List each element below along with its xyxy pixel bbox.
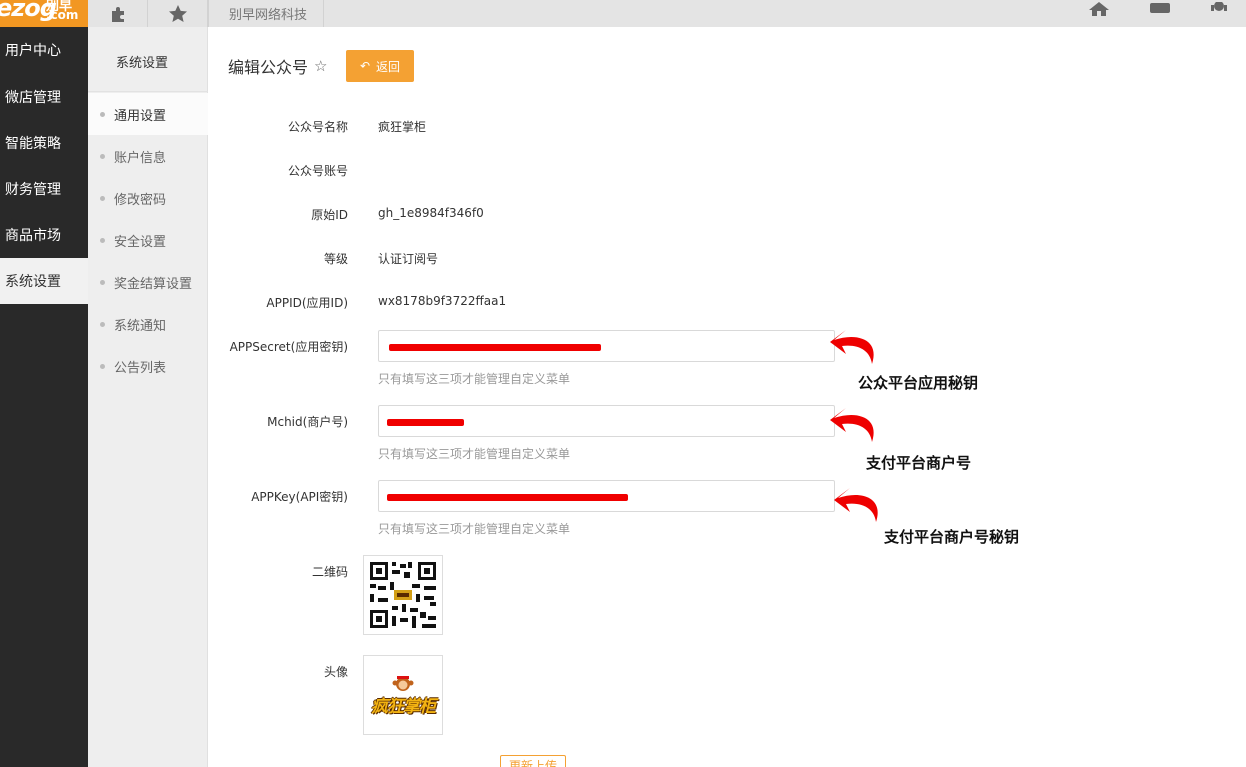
nav-item-user-center[interactable]: 用户中心 — [0, 27, 88, 73]
redaction-mark — [387, 419, 464, 426]
field-label-original-id: 原始ID — [311, 208, 348, 222]
field-label-appsecret: APPSecret(应用密钥) — [229, 340, 348, 354]
field-label-level: 等级 — [323, 252, 348, 266]
brand-logo[interactable]: ezog 别早 .com — [0, 0, 88, 27]
puzzle-icon[interactable] — [88, 0, 148, 27]
nav-item-shop[interactable]: 微店管理 — [0, 74, 88, 120]
bullet-icon — [100, 153, 105, 159]
redaction-mark — [389, 344, 601, 351]
logo-com-text: .com — [46, 8, 79, 22]
field-label-account: 公众号账号 — [287, 164, 348, 178]
appkey-help: 只有填写这三项才能管理自定义菜单 — [378, 522, 571, 536]
avatar-logo-text: 疯狂掌柜 — [371, 696, 436, 717]
mchid-input[interactable] — [378, 405, 835, 437]
avatar-image: 疯狂掌柜 — [363, 655, 443, 735]
field-value-original-id: gh_1e8984f346f0 — [378, 206, 484, 220]
star-outline-icon[interactable]: ☆ — [314, 57, 327, 75]
field-value-appid: wx8178b9f3722ffaa1 — [378, 294, 507, 308]
subnav-item-label: 修改密码 — [114, 192, 167, 208]
annotation-arrow-icon — [830, 330, 874, 364]
bullet-icon — [100, 279, 105, 285]
field-value-name: 疯狂掌柜 — [378, 120, 427, 134]
nav-item-label: 用户中心 — [5, 43, 61, 59]
bullet-icon — [100, 237, 105, 243]
page-title: 编辑公众号 ☆ — [228, 54, 327, 78]
org-title: 别早网络科技 — [208, 0, 325, 27]
bullet-icon — [100, 111, 105, 117]
field-value-level: 认证订阅号 — [378, 252, 439, 266]
field-label-name: 公众号名称 — [287, 120, 348, 134]
mchid-help: 只有填写这三项才能管理自定义菜单 — [378, 447, 571, 461]
nav-item-label: 财务管理 — [5, 182, 61, 198]
support-icon[interactable] — [1209, 0, 1229, 18]
nav-item-label: 系统设置 — [5, 274, 61, 290]
bullet-icon — [100, 321, 105, 327]
star-icon[interactable] — [148, 0, 208, 27]
nav-item-settings[interactable]: 系统设置 — [0, 258, 88, 304]
monkey-icon — [392, 675, 414, 691]
back-button[interactable]: ↶ 返回 — [346, 50, 414, 82]
field-label-mchid: Mchid(商户号) — [267, 415, 348, 429]
annotation-arrow-icon — [830, 408, 874, 442]
appkey-input[interactable] — [378, 480, 835, 512]
bullet-icon — [100, 363, 105, 369]
back-button-label: 返回 — [376, 59, 401, 74]
annotation-appsecret: 公众平台应用秘钥 — [858, 374, 979, 392]
subnav-item-label: 安全设置 — [114, 234, 167, 250]
appsecret-help: 只有填写这三项才能管理自定义菜单 — [378, 372, 571, 386]
divider — [88, 91, 208, 92]
nav-item-finance[interactable]: 财务管理 — [0, 166, 88, 212]
main-nav: 用户中心 微店管理 智能策略 财务管理 商品市场 系统设置 — [0, 27, 88, 767]
field-label-qrcode: 二维码 — [311, 565, 348, 579]
nav-item-label: 商品市场 — [5, 228, 61, 244]
subnav-item-label: 公告列表 — [114, 360, 167, 376]
message-icon[interactable] — [1150, 0, 1170, 18]
nav-item-strategy[interactable]: 智能策略 — [0, 120, 88, 166]
subnav-item-label: 系统通知 — [114, 318, 167, 334]
annotation-appkey: 支付平台商户号秘钥 — [884, 528, 1020, 546]
annotation-arrow-icon — [834, 488, 878, 522]
nav-item-label: 微店管理 — [5, 90, 61, 106]
sub-nav: 系统设置 通用设置 账户信息 修改密码 安全设置 奖金结算设置 系统通知 公告列… — [88, 27, 208, 767]
top-bar: ezog 别早 .com 别早网络科技 — [0, 0, 1246, 27]
subnav-item-label: 奖金结算设置 — [114, 276, 193, 292]
field-label-appid: APPID(应用ID) — [266, 296, 348, 310]
field-label-appkey: APPKey(API密钥) — [251, 490, 348, 504]
field-label-avatar: 头像 — [323, 665, 348, 679]
subnav-title: 系统设置 — [116, 55, 169, 71]
reply-arrow-icon: ↶ — [359, 59, 371, 73]
nav-item-market[interactable]: 商品市场 — [0, 212, 88, 258]
qr-code-image — [363, 555, 443, 635]
upload-button[interactable]: 更新上传 — [500, 755, 566, 767]
nav-item-label: 智能策略 — [5, 136, 61, 152]
redaction-mark — [387, 494, 628, 501]
home-icon[interactable] — [1089, 0, 1109, 18]
page-title-text: 编辑公众号 — [228, 58, 309, 77]
bullet-icon — [100, 195, 105, 201]
appsecret-input[interactable] — [378, 330, 835, 362]
annotation-mchid: 支付平台商户号 — [866, 454, 972, 472]
